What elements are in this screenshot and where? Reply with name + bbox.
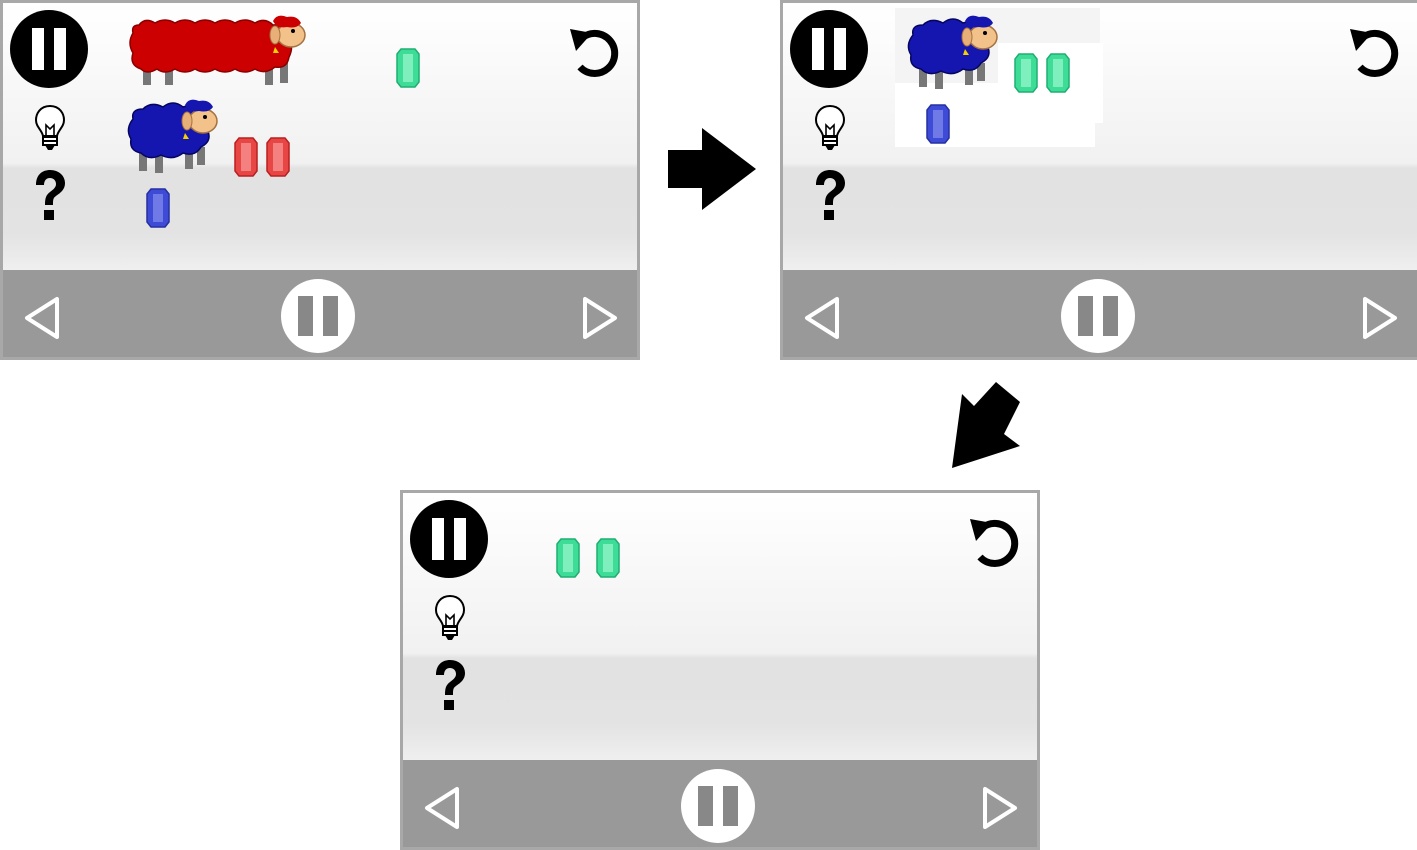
play-field [403, 493, 1037, 760]
play-field [3, 3, 637, 270]
lightbulb-icon[interactable] [813, 103, 847, 153]
blue-sheep[interactable] [903, 13, 1003, 95]
green-gem[interactable] [1014, 53, 1038, 93]
triangle-left-icon[interactable] [19, 293, 63, 343]
pause-circle-icon[interactable] [680, 768, 756, 844]
pause-circle-icon[interactable] [1060, 278, 1136, 354]
triangle-right-icon[interactable] [579, 293, 623, 343]
pause-icon[interactable] [789, 9, 869, 89]
triangle-right-icon[interactable] [1359, 293, 1403, 343]
pause-icon[interactable] [409, 499, 489, 579]
blue-gem[interactable] [926, 104, 950, 144]
question-icon[interactable] [808, 168, 852, 224]
undo-icon[interactable] [1346, 23, 1402, 79]
green-gem[interactable] [396, 48, 420, 88]
question-icon[interactable] [428, 658, 472, 714]
game-screen-step-3 [400, 490, 1040, 850]
green-gem[interactable] [556, 538, 580, 578]
arrow-right-icon [668, 128, 756, 210]
lightbulb-icon[interactable] [433, 593, 467, 643]
game-screen-step-2 [780, 0, 1417, 360]
undo-icon[interactable] [566, 23, 622, 79]
question-icon[interactable] [28, 168, 72, 224]
arrow-down-left-icon [952, 382, 1020, 468]
undo-icon[interactable] [966, 513, 1022, 569]
blue-gem[interactable] [146, 188, 170, 228]
game-screen-step-1 [0, 0, 640, 360]
triangle-left-icon[interactable] [419, 783, 463, 833]
pause-icon[interactable] [9, 9, 89, 89]
triangle-left-icon[interactable] [799, 293, 843, 343]
green-gem[interactable] [596, 538, 620, 578]
green-gem[interactable] [1046, 53, 1070, 93]
red-gem[interactable] [266, 137, 290, 177]
red-sheep[interactable] [125, 13, 310, 93]
lightbulb-icon[interactable] [33, 103, 67, 153]
triangle-right-icon[interactable] [979, 783, 1023, 833]
pause-circle-icon[interactable] [280, 278, 356, 354]
blue-sheep[interactable] [123, 97, 223, 179]
red-gem[interactable] [234, 137, 258, 177]
